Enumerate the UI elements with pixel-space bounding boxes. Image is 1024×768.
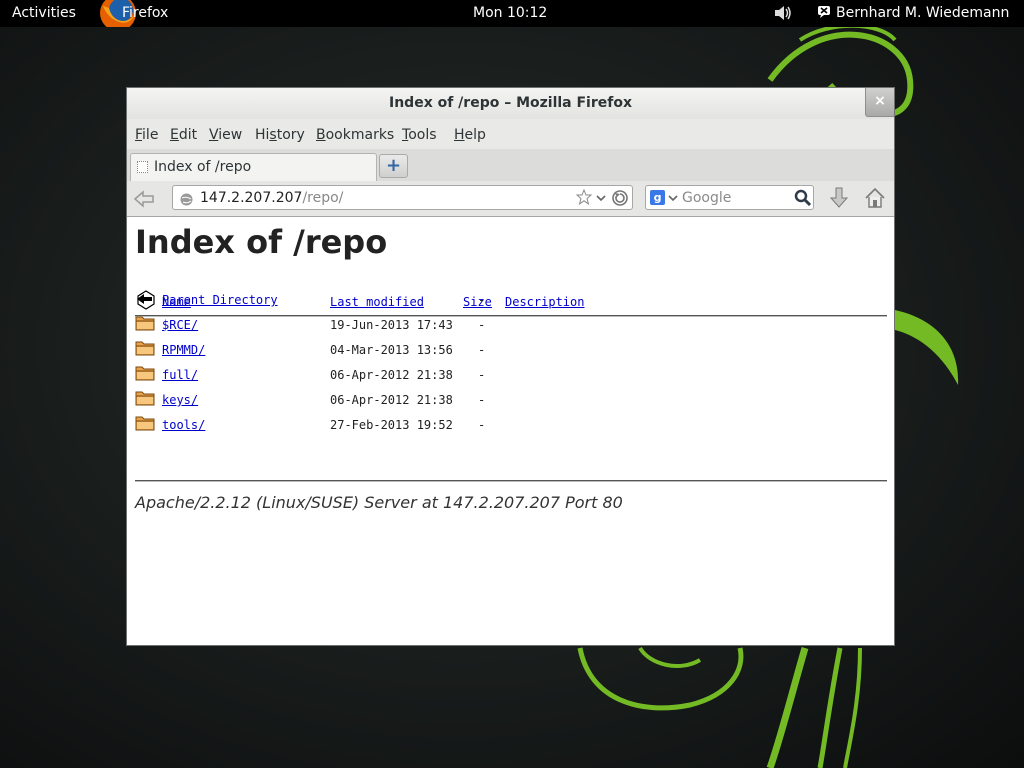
entry-size: - xyxy=(478,368,486,382)
entry-link[interactable]: Parent Directory xyxy=(162,293,278,307)
menu-edit-accel: E xyxy=(170,127,179,143)
menu-tools-rest: ools xyxy=(408,127,437,143)
server-signature: Apache/2.2.12 (Linux/SUSE) Server at 147… xyxy=(135,493,623,512)
entry-last-modified: 06-Apr-2012 21:38 xyxy=(330,368,453,382)
menu-bookmarks-accel: B xyxy=(316,127,326,143)
menu-edit[interactable]: Edit xyxy=(170,127,197,143)
divider-bottom xyxy=(135,480,887,482)
menu-edit-rest: dit xyxy=(178,127,198,143)
entry-last-modified: 27-Feb-2013 19:52 xyxy=(330,418,453,432)
activities-button[interactable]: Activities xyxy=(12,5,76,22)
tab-label: Index of /repo xyxy=(154,159,252,175)
entry-link[interactable]: RPMMD/ xyxy=(162,343,205,357)
navigation-toolbar: 147.2.207.207/repo/ g xyxy=(127,181,894,217)
close-button[interactable]: × xyxy=(865,88,894,117)
entry-link[interactable]: keys/ xyxy=(162,393,198,407)
google-engine-icon[interactable]: g xyxy=(650,190,665,205)
chevron-down-icon[interactable] xyxy=(667,190,679,209)
table-row: keys/06-Apr-2012 21:38 - xyxy=(127,390,894,415)
chat-status-icon xyxy=(817,5,831,24)
menu-bookmarks-rest: ookmarks xyxy=(325,127,395,143)
reload-button[interactable] xyxy=(611,189,629,211)
home-button[interactable] xyxy=(864,187,886,213)
entry-size: - xyxy=(478,343,486,357)
url-path: /repo/ xyxy=(302,190,344,206)
search-input[interactable] xyxy=(682,189,792,206)
table-row: full/06-Apr-2012 21:38 - xyxy=(127,365,894,390)
entry-size: - xyxy=(478,318,486,332)
entry-link[interactable]: $RCE/ xyxy=(162,318,198,332)
new-tab-button[interactable]: + xyxy=(379,154,408,178)
menu-help-rest: elp xyxy=(464,127,486,143)
reload-icon xyxy=(612,190,628,206)
app-name: Firefox xyxy=(122,5,169,21)
user-name: Bernhard M. Wiedemann xyxy=(836,5,1010,21)
menu-file-rest: ile xyxy=(142,127,159,143)
back-icon xyxy=(135,288,157,313)
home-icon xyxy=(865,187,885,208)
entry-link[interactable]: full/ xyxy=(162,368,198,382)
volume-icon[interactable] xyxy=(774,5,792,26)
menu-view[interactable]: View xyxy=(209,127,242,143)
menu-bookmarks[interactable]: Bookmarks xyxy=(316,127,394,143)
menu-history-rest: tory xyxy=(276,127,305,143)
entry-size: - xyxy=(478,293,486,307)
back-button[interactable] xyxy=(133,188,159,210)
menu-history[interactable]: History xyxy=(255,127,305,143)
menu-bar: File Edit View History Bookmarks Tools H… xyxy=(127,119,894,149)
back-arrow-icon xyxy=(133,190,154,208)
folder-icon xyxy=(135,413,155,434)
entry-last-modified: 06-Apr-2012 21:38 xyxy=(330,393,453,407)
clock[interactable]: Mon 10:12 xyxy=(473,5,547,22)
menu-tools[interactable]: Tools xyxy=(402,127,437,143)
page-favicon-icon xyxy=(137,161,148,173)
menu-history-pre: Hi xyxy=(255,127,270,143)
url-text[interactable]: 147.2.207.207/repo/ xyxy=(200,190,343,206)
menu-view-accel: V xyxy=(209,127,219,143)
menu-file-accel: F xyxy=(135,127,143,143)
window-titlebar[interactable]: Index of /repo – Mozilla Firefox × xyxy=(127,88,894,119)
table-row: RPMMD/04-Mar-2013 13:56 - xyxy=(127,340,894,365)
entry-size: - xyxy=(478,418,486,432)
folder-icon xyxy=(135,363,155,384)
table-row: tools/27-Feb-2013 19:52 - xyxy=(127,415,894,440)
entry-size: - xyxy=(478,393,486,407)
tab-bar: Index of /repo + xyxy=(127,149,894,182)
menu-help[interactable]: Help xyxy=(454,127,486,143)
entry-last-modified: 04-Mar-2013 13:56 xyxy=(330,343,453,357)
firefox-window: Index of /repo – Mozilla Firefox × File … xyxy=(126,87,895,646)
bookmark-star-icon[interactable] xyxy=(575,188,593,209)
menu-help-accel: H xyxy=(454,127,465,143)
page-content: Index of /repo Name Last modified Size D… xyxy=(127,217,894,645)
download-arrow-icon xyxy=(829,187,849,208)
search-icon[interactable] xyxy=(794,189,812,211)
menu-history-accel: s xyxy=(269,127,277,143)
page-title: Index of /repo xyxy=(135,223,388,261)
table-row: $RCE/19-Jun-2013 17:43 - xyxy=(127,315,894,340)
window-title: Index of /repo – Mozilla Firefox xyxy=(389,95,632,111)
menu-file[interactable]: File xyxy=(135,127,158,143)
url-host: 147.2.207.207 xyxy=(200,190,303,206)
folder-icon xyxy=(135,338,155,359)
url-bar[interactable]: 147.2.207.207/repo/ xyxy=(172,185,633,210)
top-bar: Activities Firefox Mon 10:12 Bernhard M.… xyxy=(0,0,1024,27)
table-row: Parent Directory - xyxy=(127,290,894,315)
folder-icon xyxy=(135,388,155,409)
search-bar[interactable]: g xyxy=(645,185,814,210)
user-menu[interactable]: Bernhard M. Wiedemann xyxy=(817,5,1009,24)
entry-last-modified: 19-Jun-2013 17:43 xyxy=(330,318,453,332)
downloads-button[interactable] xyxy=(829,187,849,213)
menu-view-rest: iew xyxy=(218,127,243,143)
chevron-down-icon[interactable] xyxy=(595,190,607,209)
entry-link[interactable]: tools/ xyxy=(162,418,205,432)
folder-icon xyxy=(135,313,155,334)
site-identity-icon[interactable] xyxy=(180,191,193,210)
tab-index-of-repo[interactable]: Index of /repo xyxy=(130,153,377,181)
